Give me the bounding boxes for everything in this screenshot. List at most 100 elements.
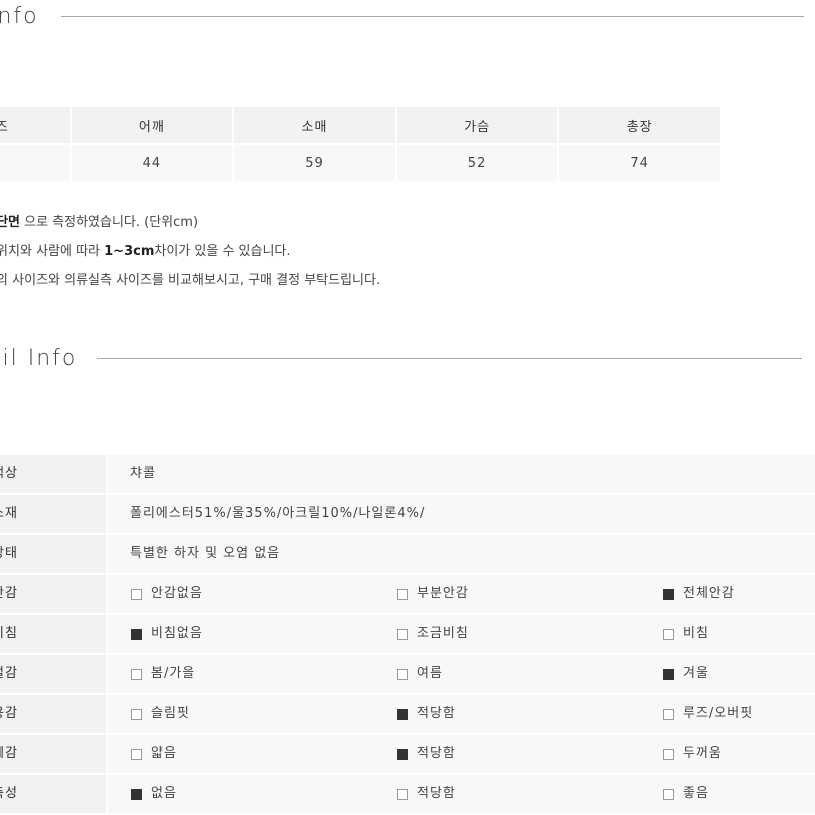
detail-row-thickness: 께감 얇음 적당함 두꺼움 [0,735,815,773]
option-label: 적당함 [417,746,456,761]
size-header-cell: 총장 [559,107,720,143]
option-item: 슬림핏 [131,695,190,733]
detail-options: 얇음 적당함 두꺼움 [108,735,815,773]
option-item: 좋음 [663,775,709,813]
detail-value: 특별한 하자 및 오염 없음 [108,535,815,573]
unchecked-box-icon [397,588,408,600]
detail-options: 슬림핏 적당함 루즈/오버핏 [108,695,815,733]
size-info-heading: Info [0,4,804,29]
option-item: 얇음 [131,735,177,773]
measurement-notes: 즈는 단면 으로 측정하였습니다. (단위cm) 대는 위치와 사람에 따라 1… [0,213,380,300]
detail-options: 없음 적당함 좋음 [108,775,815,813]
option-label: 두꺼움 [683,746,722,761]
option-item: 비침없음 [131,615,203,653]
note-emphasis: 1~3cm [104,244,155,259]
detail-label: 비침 [0,615,106,653]
size-header-cell: 어깨 [71,107,233,143]
detail-row-fit: 용감 슬림핏 적당함 루즈/오버핏 [0,695,815,733]
detail-row-season: 절감 봄/가을 여름 겨울 [0,655,815,693]
size-header-cell: 가슴 [396,107,558,143]
detail-row-condition: 상태 특별한 하자 및 오염 없음 [0,535,815,573]
size-info-title: Info [0,4,39,29]
option-label: 루즈/오버핏 [683,706,754,721]
note-line: 대는 위치와 사람에 따라 1~3cm차이가 있을 수 있습니다. [0,244,291,259]
detail-value: 폴리에스터51%/울35%/아크릴10%/나일론4%/ [108,495,815,533]
option-label: 안감없음 [151,586,203,601]
option-label: 겨울 [683,666,709,681]
option-item: 부분안감 [397,575,469,613]
option-label: 봄/가을 [151,666,196,681]
option-label: 슬림핏 [151,706,190,721]
unchecked-box-icon [131,748,142,760]
option-item: 안감없음 [131,575,203,613]
detail-options: 봄/가을 여름 겨울 [108,655,815,693]
detail-table: 색상 챠콜 소재 폴리에스터51%/울35%/아크릴10%/나일론4%/ 상태 … [0,455,815,815]
option-label: 전체안감 [683,586,735,601]
option-label: 조금비침 [417,626,469,641]
checked-box-icon [397,748,408,760]
option-item: 적당함 [397,695,456,733]
detail-info-heading: ail Info [0,346,802,371]
option-label: 비침 [683,626,709,641]
size-value-cell: 52 [396,145,558,181]
option-item: 없음 [131,775,177,813]
size-value-cell: 95 [0,145,70,181]
size-value-cell: 44 [71,145,233,181]
option-item: 적당함 [397,775,456,813]
option-item: 조금비침 [397,615,469,653]
heading-divider [97,358,802,359]
unchecked-box-icon [663,748,674,760]
note-line: 신 옷의 사이즈와 의류실측 사이즈를 비교해보시고, 구매 결정 부탁드립니다… [0,273,381,288]
size-table-value-row: 95 44 59 52 74 [0,145,720,181]
option-label: 적당함 [417,706,456,721]
option-item: 봄/가을 [131,655,195,693]
option-label: 좋음 [683,786,709,801]
unchecked-box-icon [663,788,674,800]
detail-label: 축성 [0,775,106,813]
detail-label: 안감 [0,575,106,613]
option-item: 겨울 [663,655,709,693]
unchecked-box-icon [131,588,142,600]
option-label: 부분안감 [417,586,469,601]
detail-label: 소재 [0,495,106,533]
size-table-header-row: 사이즈 어깨 소매 가슴 총장 [0,107,720,143]
detail-row-stretch: 축성 없음 적당함 좋음 [0,775,815,813]
checked-box-icon [663,588,674,600]
detail-info-title: ail Info [0,346,78,371]
unchecked-box-icon [663,708,674,720]
size-header-cell: 소매 [234,107,395,143]
detail-options: 안감없음 부분안감 전체안감 [108,575,815,613]
detail-value: 챠콜 [108,455,815,493]
heading-divider [60,16,804,17]
detail-label: 상태 [0,535,106,573]
option-label: 여름 [417,666,443,681]
size-table: 사이즈 어깨 소매 가슴 총장 95 44 59 52 74 [0,105,722,183]
unchecked-box-icon [131,668,142,680]
size-value-cell: 74 [559,145,720,181]
checked-box-icon [397,708,408,720]
option-item: 전체안감 [663,575,735,613]
option-item: 비침 [663,615,709,653]
option-item: 루즈/오버핏 [663,695,753,733]
option-label: 적당함 [417,786,456,801]
detail-options: 비침없음 조금비침 비침 [108,615,815,653]
unchecked-box-icon [131,708,142,720]
checked-box-icon [131,628,142,640]
unchecked-box-icon [397,788,408,800]
option-item: 적당함 [397,735,456,773]
unchecked-box-icon [397,628,408,640]
checked-box-icon [131,788,142,800]
detail-row-lining: 안감 안감없음 부분안감 전체안감 [0,575,815,613]
unchecked-box-icon [397,668,408,680]
option-label: 얇음 [151,746,177,761]
detail-row-material: 소재 폴리에스터51%/울35%/아크릴10%/나일론4%/ [0,495,815,533]
detail-label: 용감 [0,695,106,733]
unchecked-box-icon [663,628,674,640]
detail-label: 께감 [0,735,106,773]
size-header-cell: 사이즈 [0,107,70,143]
detail-label: 절감 [0,655,106,693]
note-line: 즈는 단면 으로 측정하였습니다. (단위cm) [0,213,380,242]
detail-row-color: 색상 챠콜 [0,455,815,493]
detail-label: 색상 [0,455,106,493]
checked-box-icon [663,668,674,680]
